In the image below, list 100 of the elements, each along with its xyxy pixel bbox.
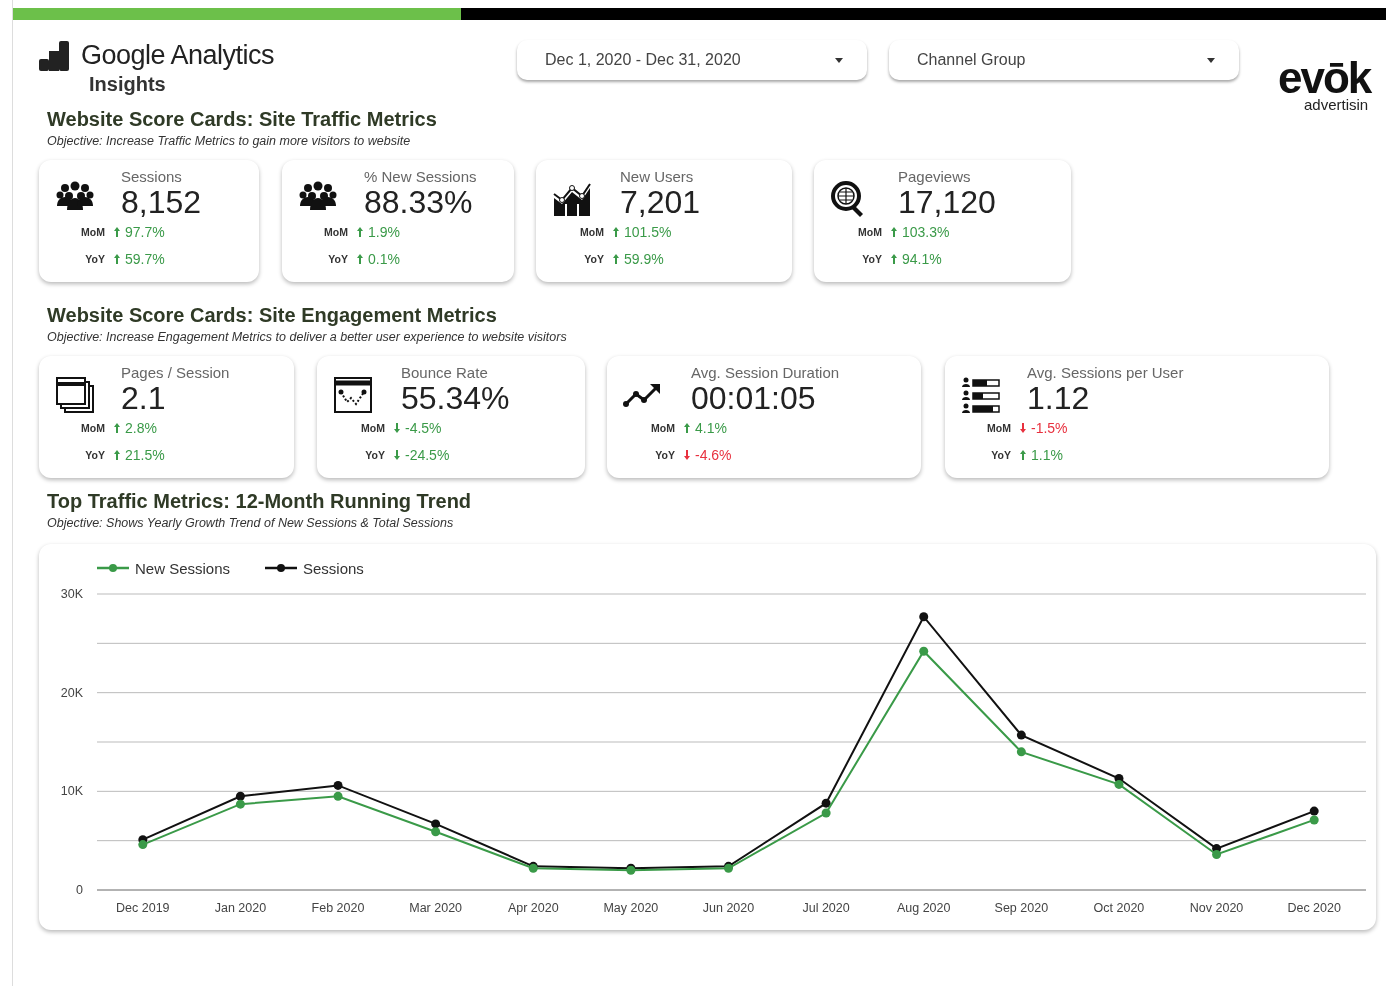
period-label: MoM	[80, 422, 105, 434]
metric-label: Sessions	[121, 168, 182, 185]
change-percent: 97.7%	[125, 224, 165, 240]
data-point	[1016, 747, 1026, 757]
metric-label: New Users	[620, 168, 694, 185]
legend-line-icon	[265, 564, 297, 572]
change-percent: -1.5%	[1031, 420, 1068, 436]
caret-icon	[835, 57, 843, 63]
y-axis-label: 10K	[60, 784, 83, 799]
up-arrow-icon	[890, 253, 898, 265]
section-title: Website Score Cards: Site Traffic Metrics	[47, 108, 438, 131]
x-axis-label: May 2020	[603, 901, 659, 915]
period-label: YoY	[583, 253, 604, 265]
metric-value: 17,120	[898, 184, 996, 221]
change-percent: 59.7%	[125, 251, 165, 267]
down-arrow-icon	[683, 449, 691, 461]
change-percent: -4.5%	[405, 420, 442, 436]
period-label: MoM	[857, 226, 882, 238]
metric-value: 7,201	[620, 184, 701, 221]
change-percent: 101.5%	[624, 224, 672, 240]
data-point	[1309, 815, 1319, 825]
data-point	[333, 791, 343, 801]
data-point	[235, 799, 245, 809]
change-percent: 1.1%	[1031, 447, 1063, 463]
x-axis-label: Dec 2019	[116, 901, 170, 915]
data-point	[1114, 779, 1124, 789]
brand-logo: evōk	[1278, 60, 1371, 96]
stacked-pages-icon	[55, 376, 95, 414]
metric-value: 8,152	[121, 184, 202, 221]
bar-chart-logo-icon	[39, 40, 71, 71]
up-arrow-icon	[683, 422, 691, 434]
up-arrow-icon	[113, 253, 121, 265]
section-objective: Objective: Shows Yearly Growth Trend of New Sessions & Total Sessions	[47, 516, 455, 530]
section-title: Website Score Cards: Site Engagement Metrics	[47, 304, 498, 327]
x-axis-label: Jan 2020	[214, 901, 267, 915]
data-point	[919, 612, 929, 622]
metric-label: Avg. Sessions per User	[1027, 364, 1184, 381]
legend-label: New Sessions	[135, 559, 231, 577]
period-label: YoY	[861, 253, 882, 265]
metric-value: 88.33%	[364, 184, 473, 221]
period-label: MoM	[323, 226, 348, 238]
x-axis-label: Mar 2020	[409, 901, 463, 915]
period-label: YoY	[364, 449, 385, 461]
period-label: YoY	[990, 449, 1011, 461]
filter-dropdown[interactable]: Channel Group	[889, 40, 1239, 80]
metric-label: Bounce Rate	[401, 364, 488, 381]
report-subtitle: Insights	[89, 73, 167, 96]
metric-value: 55.34%	[401, 380, 510, 417]
change-percent: 1.9%	[368, 224, 400, 240]
data-point	[919, 646, 929, 656]
product-name: Google Analytics	[81, 40, 275, 71]
change-percent: 4.1%	[695, 420, 727, 436]
x-axis-label: Oct 2020	[1093, 901, 1145, 915]
up-arrow-icon	[113, 449, 121, 461]
x-axis-label: Nov 2020	[1189, 901, 1244, 915]
change-percent: -4.6%	[695, 447, 732, 463]
data-point	[821, 808, 831, 818]
change-percent: 103.3%	[902, 224, 950, 240]
y-axis-label: 20K	[60, 685, 83, 700]
user-list-icon	[961, 376, 1001, 414]
period-label: MoM	[80, 226, 105, 238]
metric-label: % New Sessions	[364, 168, 477, 185]
up-arrow-icon	[890, 226, 898, 238]
caret-icon	[1207, 57, 1215, 63]
x-axis-label: Jun 2020	[702, 901, 755, 915]
data-point	[431, 827, 441, 837]
data-point	[333, 780, 343, 790]
browser-window-icon	[333, 376, 373, 414]
up-arrow-icon	[1019, 449, 1027, 461]
up-arrow-icon	[113, 226, 121, 238]
metric-value: 2.1	[121, 380, 166, 417]
period-label: YoY	[84, 253, 105, 265]
down-arrow-icon	[393, 449, 401, 461]
up-arrow-icon	[612, 253, 620, 265]
period-label: MoM	[579, 226, 604, 238]
legend-line-icon	[97, 564, 129, 572]
x-axis-label: Feb 2020	[311, 901, 365, 915]
metric-label: Avg. Session Duration	[691, 364, 840, 381]
x-axis-label: Dec 2020	[1287, 901, 1341, 915]
period-label: YoY	[84, 449, 105, 461]
section-title: Top Traffic Metrics: 12-Month Running Trend	[47, 490, 473, 513]
y-axis-label: 30K	[60, 587, 83, 601]
x-axis-label: Apr 2020	[507, 901, 559, 915]
section-objective: Objective: Increase Traffic Metrics to gain more visitors to website	[47, 134, 412, 148]
change-percent: 2.8%	[125, 420, 157, 436]
change-percent: 59.9%	[624, 251, 664, 267]
period-label: MoM	[360, 422, 385, 434]
change-percent: 21.5%	[125, 447, 165, 463]
up-arrow-icon	[356, 226, 364, 238]
section-objective: Objective: Increase Engagement Metrics to deliver a better user experience to website visitors	[47, 330, 568, 344]
period-label: YoY	[327, 253, 348, 265]
period-label: MoM	[650, 422, 675, 434]
data-point	[1212, 850, 1222, 859]
up-arrow-icon	[113, 422, 121, 434]
change-percent: 94.1%	[902, 251, 942, 267]
period-label: MoM	[986, 422, 1011, 434]
filter-dropdown[interactable]: Dec 1, 2020 - Dec 31, 2020	[517, 40, 867, 80]
period-label: YoY	[654, 449, 675, 461]
metric-label: Pages / Session	[121, 364, 230, 381]
change-percent: 0.1%	[368, 251, 400, 267]
